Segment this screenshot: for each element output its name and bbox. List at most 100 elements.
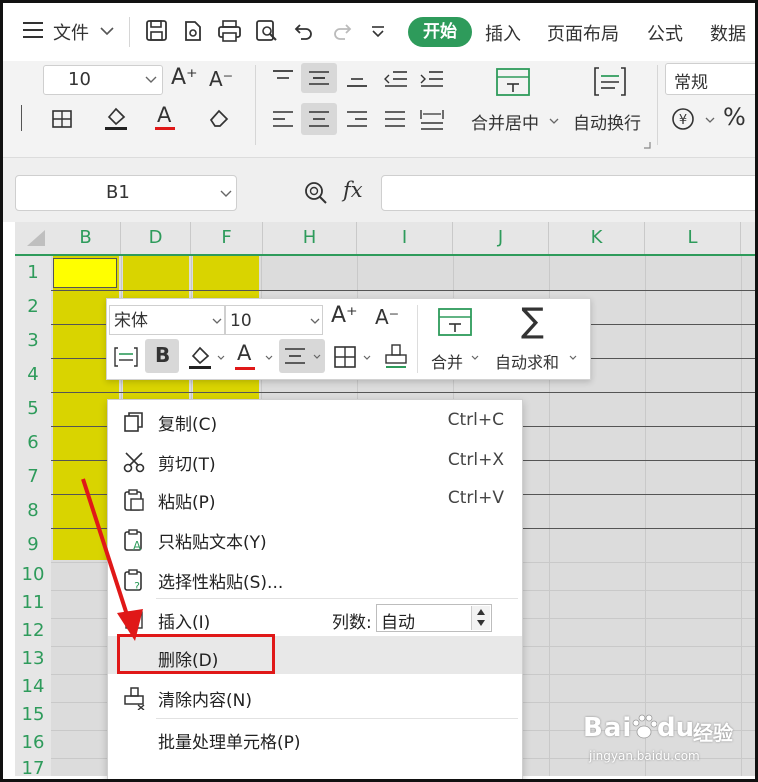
active-cell-b1[interactable] xyxy=(53,258,117,288)
print-preview-icon[interactable] xyxy=(255,19,279,43)
print-icon[interactable] xyxy=(217,19,243,43)
increase-font-icon[interactable]: A⁺ xyxy=(171,65,198,90)
spin-up-icon[interactable] xyxy=(476,608,486,616)
border-icon[interactable] xyxy=(51,109,77,129)
fill-color-icon[interactable] xyxy=(187,343,215,371)
dialog-launcher-icon[interactable] xyxy=(643,141,651,149)
chevron-down-icon[interactable] xyxy=(363,355,371,360)
row-header[interactable]: 2 xyxy=(15,296,51,317)
clear-format-icon[interactable] xyxy=(383,343,409,371)
select-all-corner[interactable] xyxy=(25,230,47,248)
insert-count-spinner[interactable]: 自动 xyxy=(376,604,492,633)
increase-font-icon[interactable]: A⁺ xyxy=(331,303,358,328)
merge-label[interactable]: 合并 xyxy=(431,349,463,373)
quick-access-dropdown-icon[interactable] xyxy=(369,25,387,39)
export-pdf-icon[interactable] xyxy=(181,19,205,43)
align-bottom-icon[interactable] xyxy=(345,69,369,89)
font-name-field[interactable]: 宋体 xyxy=(109,305,225,335)
merge-center-label[interactable]: 合并居中 xyxy=(471,109,539,134)
bold-button[interactable]: B xyxy=(145,339,179,373)
zoom-search-icon[interactable] xyxy=(303,180,329,206)
save-icon[interactable] xyxy=(145,19,169,43)
tab-insert[interactable]: 插入 xyxy=(485,20,521,46)
fill-color-icon[interactable] xyxy=(103,105,131,131)
chevron-down-icon[interactable] xyxy=(265,355,273,360)
row-header[interactable]: 17 xyxy=(15,758,51,779)
menu-item-insert[interactable]: 插入(I) 列数: 自动 xyxy=(108,600,522,638)
align-top-icon[interactable] xyxy=(271,69,295,87)
wrap-text-icon[interactable] xyxy=(593,65,627,99)
tab-page-layout[interactable]: 页面布局 xyxy=(547,20,619,46)
formula-input[interactable] xyxy=(381,175,755,211)
distributed-align-icon[interactable] xyxy=(419,107,445,131)
justify-icon[interactable] xyxy=(383,109,407,129)
decrease-indent-icon[interactable] xyxy=(383,69,409,89)
sigma-icon[interactable]: ∑ xyxy=(521,301,544,341)
column-header-h[interactable]: H xyxy=(263,222,357,254)
file-menu[interactable]: 文件 xyxy=(53,19,89,45)
percent-style-icon[interactable]: % xyxy=(723,103,746,131)
undo-icon[interactable] xyxy=(293,20,315,42)
tab-data[interactable]: 数据 xyxy=(710,20,746,46)
column-header-b[interactable]: B xyxy=(51,222,121,254)
merge-icon[interactable] xyxy=(437,307,473,337)
mini-font-size-field[interactable]: 10 xyxy=(225,305,323,335)
row-header[interactable]: 6 xyxy=(15,432,51,453)
row-header[interactable]: 10 xyxy=(15,564,51,585)
chevron-down-icon[interactable] xyxy=(217,355,225,360)
chevron-down-icon[interactable] xyxy=(705,117,715,123)
number-format-select[interactable]: 常规 xyxy=(665,63,755,95)
spinner-buttons[interactable] xyxy=(471,606,490,630)
menu-item-batch-process[interactable]: 批量处理单元格(P) xyxy=(108,720,522,758)
row-header[interactable]: 13 xyxy=(15,648,51,669)
redo-icon[interactable] xyxy=(331,20,353,42)
increase-indent-icon[interactable] xyxy=(419,69,445,89)
row-header[interactable]: 1 xyxy=(15,262,51,283)
column-header-i[interactable]: I xyxy=(357,222,453,254)
tab-formulas[interactable]: 公式 xyxy=(647,20,683,46)
row-header[interactable]: 9 xyxy=(15,534,51,555)
row-header[interactable]: 14 xyxy=(15,676,51,697)
align-middle-button[interactable] xyxy=(301,63,337,93)
menu-item-paste[interactable]: 粘贴(P) Ctrl+V xyxy=(108,480,522,518)
row-header[interactable]: 7 xyxy=(15,466,51,487)
currency-icon[interactable]: ¥ xyxy=(671,107,699,131)
decrease-font-icon[interactable]: A⁻ xyxy=(375,305,399,329)
name-box[interactable]: B1 xyxy=(15,175,237,211)
menu-item-copy[interactable]: 复制(C) Ctrl+C xyxy=(108,402,522,440)
column-header-k[interactable]: K xyxy=(549,222,645,254)
menu-item-cut[interactable]: 剪切(T) Ctrl+X xyxy=(108,442,522,480)
row-header[interactable]: 16 xyxy=(15,732,51,753)
spin-down-icon[interactable] xyxy=(476,619,486,627)
font-color-icon[interactable]: A xyxy=(237,341,251,365)
menu-item-paste-text[interactable]: A 只粘贴文本(Y) xyxy=(108,520,522,558)
clear-format-icon[interactable] xyxy=(207,105,233,129)
menu-item-paste-special[interactable]: ? 选择性粘贴(S)... xyxy=(108,560,522,598)
autosum-label[interactable]: 自动求和 xyxy=(495,349,559,373)
row-header[interactable]: 3 xyxy=(15,330,51,351)
row-header[interactable]: 12 xyxy=(15,620,51,641)
align-right-icon[interactable] xyxy=(345,109,369,129)
column-header-f[interactable]: F xyxy=(191,222,263,254)
hamburger-icon[interactable] xyxy=(23,21,45,39)
font-size-box[interactable]: 10 xyxy=(43,65,163,95)
decrease-font-icon[interactable]: A⁻ xyxy=(209,67,233,91)
chevron-down-icon[interactable] xyxy=(99,25,115,37)
border-icon[interactable] xyxy=(333,345,357,369)
row-header[interactable]: 8 xyxy=(15,500,51,521)
column-header-j[interactable]: J xyxy=(453,222,549,254)
row-header[interactable]: 11 xyxy=(15,592,51,613)
format-painter-icon[interactable] xyxy=(113,345,139,369)
chevron-down-icon[interactable] xyxy=(471,355,479,360)
font-color-icon[interactable]: A xyxy=(157,103,171,127)
row-header[interactable]: 5 xyxy=(15,398,51,419)
tab-start[interactable]: 开始 xyxy=(408,17,472,47)
wrap-text-label[interactable]: 自动换行 xyxy=(573,109,641,134)
align-center-button[interactable] xyxy=(301,103,337,135)
merge-center-icon[interactable] xyxy=(495,67,531,97)
align-center-button[interactable] xyxy=(279,339,325,373)
chevron-down-icon[interactable] xyxy=(569,355,577,360)
align-left-icon[interactable] xyxy=(271,109,295,129)
chevron-down-icon[interactable] xyxy=(549,118,559,124)
row-header[interactable]: 4 xyxy=(15,364,51,385)
